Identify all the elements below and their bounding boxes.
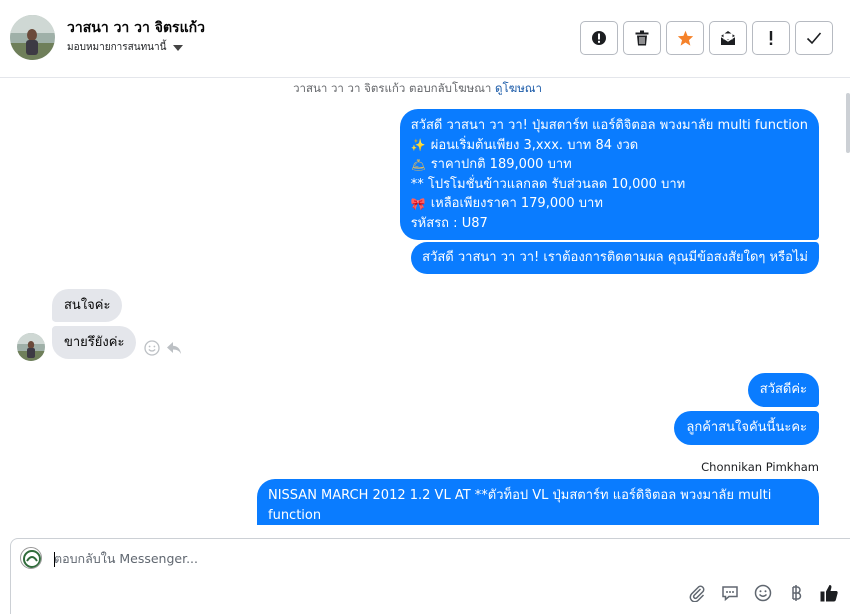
message-thread[interactable]: วาสนา วา วา จิตรแก้ว ตอบกลับโฆษณา ดูโฆษณ… (0, 79, 850, 525)
trash-icon (635, 30, 649, 46)
message-text: ราคาปกติ 189,000 บาท (430, 157, 572, 172)
report-spam-button[interactable] (580, 21, 618, 55)
message-text: รหัสรถ : U87 (410, 215, 488, 231)
message-line: รหัสรถ : U87 (411, 214, 808, 234)
follow-up-button[interactable] (752, 21, 790, 55)
message-line: สวัสดี วาสนา วา วา! ปุ่มสตาร์ท แอร์ดิจิต… (411, 116, 808, 136)
envelope-icon (720, 30, 736, 46)
chat-bubble-icon[interactable] (719, 582, 741, 604)
message-text: ** โปรโมชั่นข้าวแลกลด รับส่วนลด 10,000 บ… (410, 176, 686, 192)
contact-avatar-small[interactable] (17, 333, 45, 361)
message-line: 🎀 เหลือเพียงราคา 179,000 บาท (411, 194, 808, 214)
scroll-thumb[interactable] (846, 93, 850, 153)
outgoing-message[interactable]: NISSAN MARCH 2012 1.2 VL AT **ตัวท็อป VL… (257, 479, 819, 525)
paperclip-icon[interactable] (686, 582, 708, 604)
caret-down-icon (173, 44, 184, 51)
incoming-message[interactable]: ขายรึยังค่ะ (52, 326, 137, 359)
smiley-icon[interactable] (752, 582, 774, 604)
message-line: 🛎 ราคาปกติ 189,000 บาท (411, 155, 808, 175)
baht-icon[interactable] (785, 582, 807, 604)
bell-emoji: 🛎 (410, 157, 426, 172)
reply-arrow-icon[interactable] (166, 340, 182, 360)
thread-scrollbar[interactable] (846, 79, 850, 525)
outgoing-message[interactable]: สวัสดี วาสนา วา วา! ปุ่มสตาร์ท แอร์ดิจิต… (399, 109, 819, 240)
message-line: ✨ ผ่อนเริ่มต้นเพียง 3,xxx. บาท 84 งวด (411, 136, 808, 156)
alert-circle-icon (591, 30, 607, 46)
conversation-header: วาสนา วา วา จิตรแก้ว มอบหมายการสนทนานี้ (0, 0, 850, 78)
assign-label: มอบหมายการสนทนานี้ (67, 42, 167, 53)
conversation-toolbar (580, 21, 833, 55)
page-avatar[interactable] (20, 547, 42, 569)
ad-reply-text: วาสนา วา วา จิตรแก้ว ตอบกลับโฆษณา (293, 81, 496, 95)
message-actions (144, 340, 182, 360)
star-button[interactable] (666, 21, 704, 55)
message-text: ผ่อนเริ่มต้นเพียง 3,xxx. บาท 84 งวด (430, 137, 639, 153)
assign-conversation-dropdown[interactable]: มอบหมายการสนทนานี้ (67, 40, 184, 55)
sparkles-emoji: ✨ (410, 138, 426, 153)
mark-done-button[interactable] (795, 21, 833, 55)
reply-composer (10, 538, 850, 614)
outgoing-message[interactable]: สวัสดี วาสนา วา วา! เราต้องการติดตามผล ค… (411, 242, 819, 274)
composer-tools (686, 582, 840, 604)
outgoing-message[interactable]: สวัสดีค่ะ (747, 373, 819, 407)
ad-reply-notice: วาสนา วา วา จิตรแก้ว ตอบกลับโฆษณา ดูโฆษณ… (0, 80, 835, 98)
text-cursor (54, 552, 55, 567)
reply-input[interactable] (54, 551, 654, 566)
thumbs-up-icon[interactable] (818, 582, 840, 604)
contact-avatar[interactable] (10, 15, 55, 60)
message-text: เหลือเพียงราคา 179,000 บาท (430, 196, 603, 211)
sender-label: Chonnikan Pimkham (701, 460, 819, 474)
exclamation-icon (768, 30, 774, 46)
view-ad-link[interactable]: ดูโฆษณา (495, 81, 542, 95)
message-line: ** โปรโมชั่นข้าวแลกลด รับส่วนลด 10,000 บ… (411, 175, 808, 195)
contact-name[interactable]: วาสนา วา วา จิตรแก้ว (67, 17, 205, 39)
incoming-message[interactable]: สนใจค่ะ (52, 289, 123, 322)
mark-unread-button[interactable] (709, 21, 747, 55)
star-icon (677, 30, 694, 46)
delete-button[interactable] (623, 21, 661, 55)
outgoing-message[interactable]: ลูกค้าสนใจคันนี้นะคะ (674, 411, 819, 445)
message-text: สวัสดี วาสนา วา วา! ปุ่มสตาร์ท แอร์ดิจิต… (410, 118, 808, 133)
check-icon (806, 31, 822, 45)
react-smiley-icon[interactable] (144, 340, 160, 360)
ribbon-emoji: 🎀 (410, 196, 426, 211)
